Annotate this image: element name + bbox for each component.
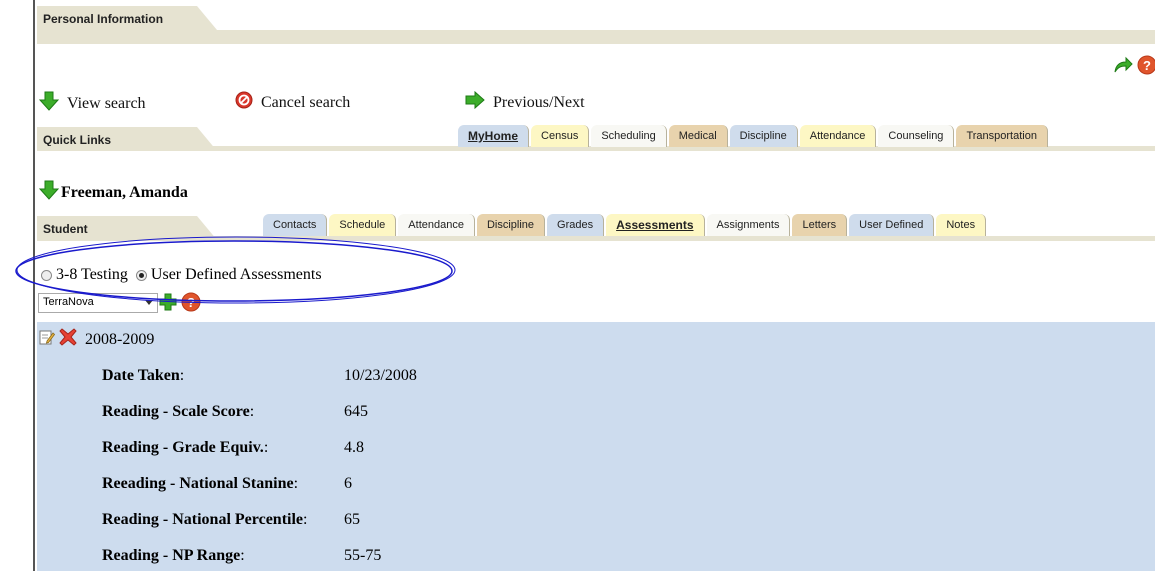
field-label: Reading - National Percentile: (102, 511, 308, 528)
tab-label: Notes (946, 219, 976, 231)
student-bar (37, 236, 1155, 241)
field-row: Reading - Scale Score: 645 (102, 394, 417, 430)
tab-grades[interactable]: Grades (547, 214, 605, 236)
radio-3-8-testing[interactable] (41, 269, 52, 281)
green-down-arrow-icon (38, 91, 60, 116)
radio-3-8-testing-label: 3-8 Testing (56, 266, 128, 283)
student-name-text: Freeman, Amanda (61, 183, 188, 201)
tab-census[interactable]: Census (531, 125, 590, 147)
tab-scheduling[interactable]: Scheduling (591, 125, 667, 147)
tab-notes[interactable]: Notes (936, 214, 987, 236)
tab-label: Attendance (809, 130, 866, 142)
cancel-search-link[interactable]: Cancel search (235, 91, 350, 114)
student-tabs: Contacts Schedule Attendance Discipline … (263, 214, 988, 236)
tab-attendance[interactable]: Attendance (398, 214, 475, 236)
help-icon[interactable]: ? (181, 292, 201, 317)
previous-next-link[interactable]: Previous/Next (465, 90, 585, 114)
field-row: Reading - NP Range: 55-75 (102, 538, 417, 574)
view-search-link[interactable]: View search (38, 91, 146, 116)
main-frame: Personal Information ? View search Cance… (15, 0, 1155, 571)
green-right-arrow-icon (465, 90, 485, 114)
green-down-arrow-icon[interactable] (38, 180, 60, 205)
personal-information-header: Personal Information (37, 6, 217, 30)
chevron-down-icon (145, 300, 153, 305)
tab-label: Discipline (486, 219, 535, 231)
student-name: Freeman, Amanda (38, 180, 188, 205)
cancel-search-label: Cancel search (261, 93, 351, 111)
tab-medical[interactable]: Medical (668, 125, 728, 147)
tab-transportation[interactable]: Transportation (956, 125, 1048, 147)
assessment-select[interactable]: TerraNova (38, 293, 158, 313)
field-row: Reeading - National Stanine: 6 (102, 466, 417, 502)
tab-label: Assessments (616, 218, 694, 232)
tab-label: Medical (678, 130, 717, 142)
field-label: Reeading - National Stanine: (102, 475, 299, 492)
field-row: Reading - National Percentile: 65 (102, 502, 417, 538)
svg-text:?: ? (187, 295, 195, 310)
field-value: 65 (344, 511, 360, 528)
student-title: Student (43, 222, 88, 236)
tab-counseling[interactable]: Counseling (878, 125, 955, 147)
field-value: 10/23/2008 (344, 367, 417, 384)
tab-attendance[interactable]: Attendance (799, 125, 877, 147)
tab-discipline[interactable]: Discipline (476, 214, 546, 236)
field-row: Reading - Grade Equiv.: 4.8 (102, 430, 417, 466)
tab-myhome[interactable]: MyHome (458, 125, 530, 147)
tab-label: MyHome (468, 129, 519, 143)
tab-discipline[interactable]: Discipline (729, 125, 798, 147)
personal-information-title: Personal Information (43, 12, 164, 26)
tab-label: Discipline (739, 130, 787, 142)
record-header: 2008-2009 (39, 328, 154, 351)
field-value: 645 (344, 403, 368, 420)
tab-label: Transportation (966, 130, 1037, 142)
record-fields: Date Taken: 10/23/2008 Reading - Scale S… (102, 358, 417, 574)
tab-label: Census (541, 130, 579, 142)
tab-label: Attendance (408, 219, 464, 231)
help-icon[interactable]: ? (1137, 55, 1155, 80)
add-icon[interactable] (159, 293, 177, 316)
field-label: Reading - NP Range: (102, 547, 245, 564)
field-label: Date Taken: (102, 367, 185, 384)
quick-links-title: Quick Links (43, 133, 112, 147)
tab-assignments[interactable]: Assignments (706, 214, 791, 236)
tab-user-defined[interactable]: User Defined (849, 214, 935, 236)
field-value: 55-75 (344, 547, 382, 564)
tab-assessments[interactable]: Assessments (606, 214, 705, 236)
field-label: Reading - Grade Equiv.: (102, 439, 269, 456)
tab-label: Grades (557, 219, 594, 231)
assessment-select-value: TerraNova (43, 296, 94, 308)
tab-label: Counseling (888, 130, 944, 142)
field-row: Date Taken: 10/23/2008 (102, 358, 417, 394)
tab-label: Contacts (273, 219, 317, 231)
tab-label: Assignments (716, 219, 780, 231)
view-search-label: View search (67, 94, 146, 112)
forward-arrow-icon[interactable] (1113, 56, 1133, 79)
svg-text:?: ? (1143, 58, 1151, 73)
assessment-record-panel: 2008-2009 Date Taken: 10/23/2008 Reading… (37, 322, 1155, 571)
tab-schedule[interactable]: Schedule (329, 214, 397, 236)
previous-next-label: Previous/Next (493, 93, 585, 111)
tab-contacts[interactable]: Contacts (263, 214, 328, 236)
radio-user-defined-assessments[interactable] (135, 269, 147, 281)
assessment-type-radios: 3-8 Testing User Defined Assessments (41, 266, 322, 284)
field-value: 4.8 (344, 439, 364, 456)
tab-label: Scheduling (601, 130, 656, 142)
tab-label: Schedule (339, 219, 386, 231)
field-label: Reading - Scale Score: (102, 403, 255, 420)
quick-links-tabs: MyHome Census Scheduling Medical Discipl… (458, 125, 1050, 147)
field-value: 6 (344, 475, 352, 492)
tab-label: User Defined (859, 219, 924, 231)
personal-information-bar (37, 30, 1155, 44)
cancel-icon (235, 91, 253, 114)
radio-user-defined-label: User Defined Assessments (150, 266, 322, 283)
tab-label: Letters (802, 219, 837, 231)
edit-icon[interactable] (39, 329, 56, 350)
record-year: 2008-2009 (85, 330, 155, 348)
tab-letters[interactable]: Letters (792, 214, 848, 236)
delete-icon[interactable] (59, 328, 77, 351)
